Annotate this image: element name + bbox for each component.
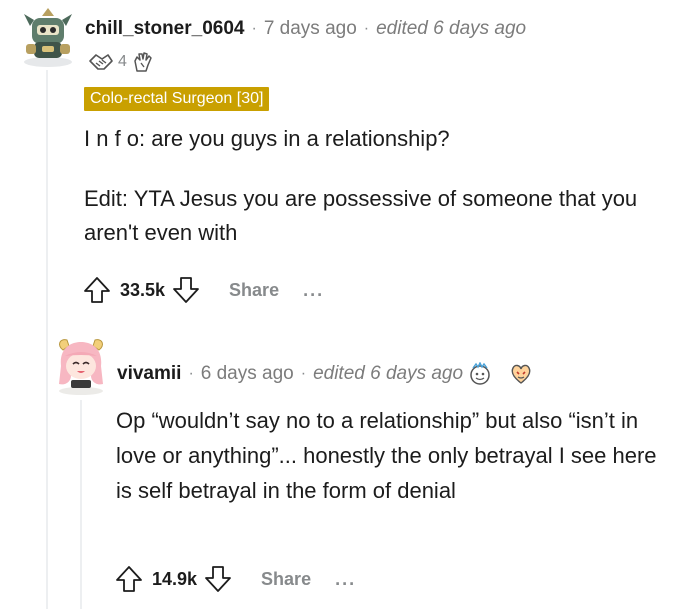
reply-body: Op “wouldn’t say no to a relationship” b… — [116, 403, 676, 508]
comment-meta: chill_stoner_0604 · 7 days ago · edited … — [85, 15, 526, 43]
reply-text: Op “wouldn’t say no to a relationship” b… — [116, 408, 657, 503]
timestamp[interactable]: 7 days ago — [264, 18, 357, 40]
comment-body: I n f o: are you guys in a relationship?… — [84, 122, 674, 276]
downvote-arrow-icon[interactable] — [203, 564, 233, 594]
share-button[interactable]: Share — [229, 280, 279, 301]
upvote-arrow-icon[interactable] — [114, 564, 144, 594]
clapping-hands-award-icon — [134, 52, 152, 72]
username[interactable]: vivamii — [117, 363, 181, 385]
reply-meta: vivamii · 6 days ago · edited 6 days ago — [117, 360, 533, 388]
upvote-arrow-icon[interactable] — [82, 275, 112, 305]
award-count: 4 — [118, 53, 127, 70]
avatar[interactable] — [20, 6, 76, 68]
handshake-award-icon — [89, 54, 113, 70]
edited-label: edited 6 days ago — [313, 363, 464, 384]
comment-text: Edit: YTA Jesus you are possessive of so… — [84, 186, 638, 245]
downvote-arrow-icon[interactable] — [171, 275, 201, 305]
separator-dot: · — [300, 365, 307, 382]
wholesome-award-icon[interactable] — [467, 362, 493, 386]
timestamp[interactable]: 6 days ago — [201, 363, 294, 385]
comment-actions: 33.5k Share ... — [82, 274, 324, 306]
thread-line[interactable] — [80, 400, 82, 609]
awards[interactable]: 4 — [88, 50, 155, 74]
separator-dot: · — [363, 20, 370, 37]
heart-eyes-award-icon[interactable] — [509, 362, 533, 386]
robot-avatar-icon — [24, 8, 72, 67]
edited-label: edited 6 days ago — [376, 18, 527, 39]
vote-count: 14.9k — [152, 568, 198, 589]
avatar[interactable] — [55, 336, 107, 396]
share-button[interactable]: Share — [261, 569, 311, 590]
more-options-button[interactable]: ... — [303, 280, 324, 301]
vote-count: 33.5k — [120, 279, 166, 300]
user-flair: Colo-rectal Surgeon [30] — [84, 87, 270, 111]
reply-actions: 14.9k Share ... — [114, 563, 356, 595]
comment-text: I n f o: are you guys in a relationship? — [84, 126, 450, 151]
separator-dot: · — [251, 20, 257, 37]
thread-line[interactable] — [46, 70, 48, 609]
username[interactable]: chill_stoner_0604 — [85, 18, 244, 40]
pink-hair-avatar-icon — [59, 339, 103, 395]
separator-dot: · — [188, 365, 194, 382]
more-options-button[interactable]: ... — [335, 569, 356, 590]
